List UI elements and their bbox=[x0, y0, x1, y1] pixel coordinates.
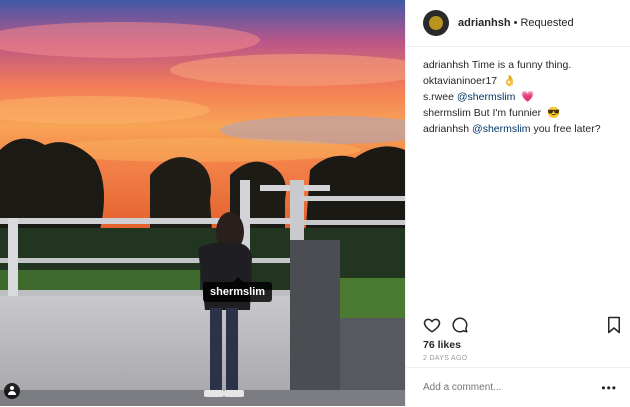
ok-hand-emoji-icon: 👌 bbox=[503, 75, 517, 87]
comment-input[interactable] bbox=[423, 382, 593, 393]
comment-icon[interactable] bbox=[451, 316, 469, 334]
post-header: adrianhsh • Requested bbox=[406, 0, 630, 47]
comment-text: But I'm funnier bbox=[473, 107, 542, 119]
comment-mention[interactable]: @shermslim bbox=[457, 91, 516, 103]
heart-emoji-icon: 💗 bbox=[521, 91, 535, 103]
heart-icon[interactable] bbox=[423, 316, 441, 334]
sunglasses-emoji-icon: 😎 bbox=[547, 107, 561, 119]
header-separator: • bbox=[513, 17, 518, 29]
bookmark-icon[interactable] bbox=[605, 316, 623, 334]
comment-item: adrianhsh Time is a funny thing. bbox=[423, 59, 630, 72]
comment-item: adrianhsh @shermslim you free later? bbox=[423, 123, 630, 136]
avatar[interactable] bbox=[423, 10, 449, 36]
photo-tag-label[interactable]: shermslim bbox=[203, 277, 273, 302]
post-sidebar: adrianhsh • Requested adrianhsh Time is … bbox=[405, 0, 630, 406]
post-photo[interactable]: shermslim bbox=[0, 0, 405, 406]
add-comment-bar: ••• bbox=[406, 367, 630, 407]
user-tag-icon[interactable] bbox=[4, 383, 20, 399]
comment-item: oktavianinoer17 👌 bbox=[423, 75, 630, 88]
post-time-ago[interactable]: 2 DAYS AGO bbox=[423, 355, 468, 362]
header-username[interactable]: adrianhsh bbox=[458, 17, 511, 29]
follow-status-button[interactable]: Requested bbox=[520, 17, 573, 29]
comment-username[interactable]: shermslim bbox=[423, 107, 471, 119]
comment-text: Time is a funny thing. bbox=[471, 59, 572, 71]
likes-count[interactable]: 76 likes bbox=[423, 339, 461, 351]
comments-list: adrianhsh Time is a funny thing. oktavia… bbox=[406, 47, 630, 136]
post-actions bbox=[423, 316, 623, 334]
comment-username[interactable]: s.rwee bbox=[423, 91, 454, 103]
instagram-post: shermslim adrianhsh • Requested adrianhs… bbox=[0, 0, 630, 406]
comment-mention[interactable]: @shermslim bbox=[472, 123, 531, 135]
comment-username[interactable]: adrianhsh bbox=[423, 59, 469, 71]
comment-username[interactable]: adrianhsh bbox=[423, 123, 469, 135]
comment-username[interactable]: oktavianinoer17 bbox=[423, 75, 497, 87]
comment-text: you free later? bbox=[533, 123, 601, 135]
comment-item: shermslim But I'm funnier 😎 bbox=[423, 107, 630, 120]
more-options-icon[interactable]: ••• bbox=[601, 381, 617, 395]
comment-item: s.rwee @shermslim 💗 bbox=[423, 91, 630, 104]
